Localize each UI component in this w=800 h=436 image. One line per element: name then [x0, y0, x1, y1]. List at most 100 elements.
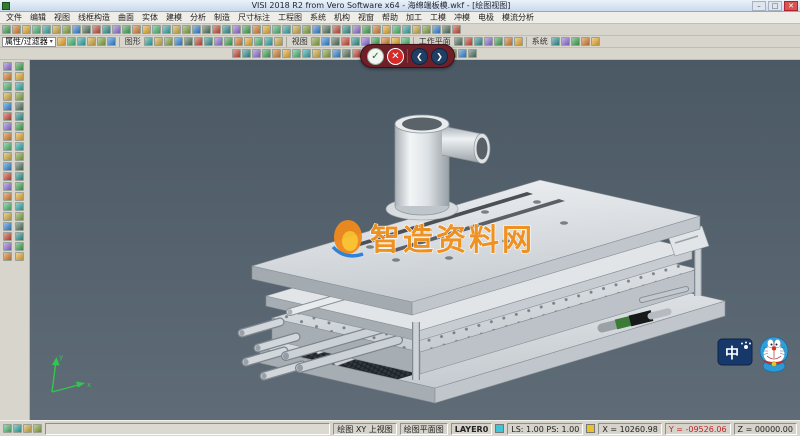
- toolbar-icon[interactable]: [82, 25, 91, 34]
- toolbar-icon[interactable]: [571, 37, 580, 46]
- toolbar-icon[interactable]: [332, 49, 341, 58]
- toolbar-icon[interactable]: [351, 37, 360, 46]
- toolbar-icon[interactable]: [132, 25, 141, 34]
- menu-item-16[interactable]: 工模: [426, 12, 450, 24]
- toolbar-icon[interactable]: [242, 49, 251, 58]
- toolbar-icon[interactable]: [3, 202, 12, 211]
- toolbar-icon[interactable]: [3, 424, 12, 433]
- toolbar-icon[interactable]: [15, 192, 24, 201]
- toolbar-icon[interactable]: [182, 25, 191, 34]
- toolbar-icon[interactable]: [244, 37, 253, 46]
- toolbar-icon[interactable]: [494, 37, 503, 46]
- toolbar-icon[interactable]: [112, 25, 121, 34]
- attribute-filter-combo[interactable]: 属性/过滤器 ▾: [2, 37, 56, 47]
- ime-badge[interactable]: 中: [725, 345, 739, 362]
- toolbar-icon[interactable]: [22, 25, 31, 34]
- confirm-button[interactable]: ✓: [367, 48, 384, 65]
- toolbar-icon[interactable]: [3, 122, 12, 131]
- maximize-button[interactable]: □: [768, 1, 782, 11]
- toolbar-icon[interactable]: [107, 37, 116, 46]
- toolbar-icon[interactable]: [468, 49, 477, 58]
- toolbar-icon[interactable]: [3, 162, 12, 171]
- menu-item-7[interactable]: 分析: [186, 12, 210, 24]
- toolbar-icon[interactable]: [204, 37, 213, 46]
- status-plane[interactable]: 绘图平面图: [400, 423, 448, 435]
- toolbar-icon[interactable]: [262, 49, 271, 58]
- menu-item-15[interactable]: 加工: [402, 12, 426, 24]
- prev-button[interactable]: ❮: [411, 48, 428, 65]
- toolbar-icon[interactable]: [3, 72, 12, 81]
- toolbar-icon[interactable]: [164, 37, 173, 46]
- toolbar-icon[interactable]: [412, 25, 421, 34]
- toolbar-icon[interactable]: [504, 37, 513, 46]
- toolbar-icon[interactable]: [3, 142, 12, 151]
- toolbar-icon[interactable]: [3, 182, 12, 191]
- toolbar-icon[interactable]: [15, 72, 24, 81]
- toolbar-icon[interactable]: [254, 37, 263, 46]
- toolbar-icon[interactable]: [15, 122, 24, 131]
- toolbar-icon[interactable]: [312, 25, 321, 34]
- toolbar-icon[interactable]: [23, 424, 32, 433]
- toolbar-icon[interactable]: [212, 25, 221, 34]
- toolbar-icon[interactable]: [292, 49, 301, 58]
- toolbar-icon[interactable]: [372, 25, 381, 34]
- toolbar-icon[interactable]: [15, 202, 24, 211]
- toolbar-icon[interactable]: [15, 172, 24, 181]
- toolbar-icon[interactable]: [15, 222, 24, 231]
- toolbar-icon[interactable]: [591, 37, 600, 46]
- menu-item-1[interactable]: 编辑: [26, 12, 50, 24]
- toolbar-icon[interactable]: [382, 25, 391, 34]
- toolbar-icon[interactable]: [234, 37, 243, 46]
- toolbar-icon[interactable]: [15, 242, 24, 251]
- toolbar-icon[interactable]: [392, 25, 401, 34]
- toolbar-icon[interactable]: [242, 25, 251, 34]
- toolbar-icon[interactable]: [3, 112, 12, 121]
- toolbar-icon[interactable]: [442, 25, 451, 34]
- toolbar-icon[interactable]: [172, 25, 181, 34]
- toolbar-icon[interactable]: [362, 25, 371, 34]
- toolbar-icon[interactable]: [15, 62, 24, 71]
- menu-item-10[interactable]: 工程图: [274, 12, 306, 24]
- toolbar-icon[interactable]: [194, 37, 203, 46]
- toolbar-icon[interactable]: [262, 25, 271, 34]
- toolbar-icon[interactable]: [282, 49, 291, 58]
- toolbar-icon[interactable]: [464, 37, 473, 46]
- toolbar-icon[interactable]: [222, 25, 231, 34]
- toolbar-icon[interactable]: [302, 25, 311, 34]
- toolbar-icon[interactable]: [3, 242, 12, 251]
- toolbar-icon[interactable]: [142, 25, 151, 34]
- toolbar-icon[interactable]: [484, 37, 493, 46]
- toolbar-icon[interactable]: [224, 37, 233, 46]
- next-button[interactable]: ❯: [431, 48, 448, 65]
- toolbar-icon[interactable]: [402, 25, 411, 34]
- toolbar-icon[interactable]: [3, 212, 12, 221]
- toolbar-icon[interactable]: [282, 25, 291, 34]
- toolbar-icon[interactable]: [67, 37, 76, 46]
- toolbar-icon[interactable]: [3, 102, 12, 111]
- toolbar-icon[interactable]: [62, 25, 71, 34]
- toolbar-icon[interactable]: [452, 25, 461, 34]
- menu-item-13[interactable]: 视窗: [354, 12, 378, 24]
- menu-item-14[interactable]: 帮助: [378, 12, 402, 24]
- menu-item-19[interactable]: 模流分析: [498, 12, 538, 24]
- toolbar-icon[interactable]: [272, 25, 281, 34]
- toolbar-icon[interactable]: [232, 49, 241, 58]
- toolbar-icon[interactable]: [3, 172, 12, 181]
- toolbar-icon[interactable]: [302, 49, 311, 58]
- toolbar-icon[interactable]: [458, 49, 467, 58]
- toolbar-icon[interactable]: [77, 37, 86, 46]
- toolbar-icon[interactable]: [3, 62, 12, 71]
- toolbar-icon[interactable]: [152, 25, 161, 34]
- toolbar-icon[interactable]: [122, 25, 131, 34]
- toolbar-icon[interactable]: [342, 49, 351, 58]
- toolbar-icon[interactable]: [3, 232, 12, 241]
- toolbar-icon[interactable]: [15, 212, 24, 221]
- toolbar-icon[interactable]: [57, 37, 66, 46]
- toolbar-icon[interactable]: [264, 37, 273, 46]
- toolbar-icon[interactable]: [72, 25, 81, 34]
- status-layer[interactable]: LAYER0: [451, 423, 493, 435]
- toolbar-icon[interactable]: [144, 37, 153, 46]
- toolbar-icon[interactable]: [3, 82, 12, 91]
- toolbar-icon[interactable]: [15, 102, 24, 111]
- toolbar-icon[interactable]: [2, 25, 11, 34]
